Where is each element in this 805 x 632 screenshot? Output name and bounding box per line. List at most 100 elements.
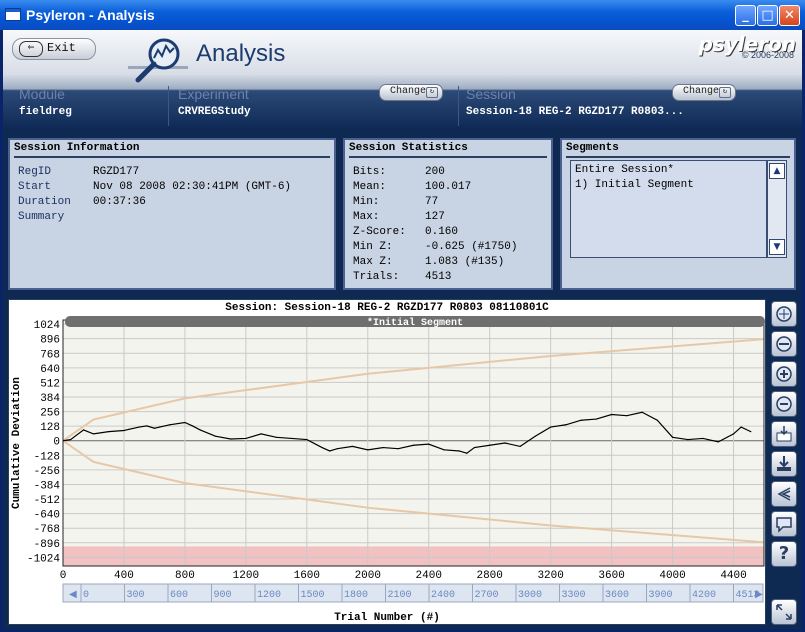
y-tick-label: -1024 <box>27 553 60 565</box>
exit-button[interactable]: ⇐ Exit <box>12 38 96 60</box>
zoom-in-button[interactable] <box>771 361 797 387</box>
data-point <box>138 426 140 428</box>
navigator-tick-label: 4513 <box>736 590 760 601</box>
y-tick-label: 256 <box>40 408 60 420</box>
app-body: ⇐ Exit Analysis psyleron © 2006-2008 Mod… <box>3 30 802 629</box>
stat-key: Min: <box>353 196 380 208</box>
navigator-tick-label: 900 <box>214 590 232 601</box>
stat-key: Max: <box>353 211 380 223</box>
x-tick-label: 3600 <box>598 570 624 582</box>
data-point <box>153 427 156 429</box>
x-tick-label: 400 <box>114 570 134 582</box>
data-point <box>214 435 216 437</box>
scroll-down-button[interactable]: ▼ <box>769 239 785 255</box>
navigator-tick-label: 3600 <box>605 590 629 601</box>
segment-item-initial-segment[interactable]: 1) Initial Segment <box>575 179 694 191</box>
module-value: fieldreg <box>19 106 72 118</box>
stat-value: 100.017 <box>425 181 472 193</box>
zoom-x-button[interactable] <box>771 331 797 357</box>
y-tick-label: 128 <box>40 422 60 434</box>
navigator-tick-label: 3300 <box>562 590 586 601</box>
x-tick-label: 1200 <box>233 570 259 582</box>
navigator-tick-label: 2100 <box>388 590 412 601</box>
segment-bar-label: *Initial Segment <box>367 317 463 329</box>
data-point <box>412 444 415 446</box>
data-point <box>199 429 201 431</box>
export-image-button[interactable] <box>771 421 797 447</box>
x-tick-label: 2800 <box>476 570 502 582</box>
help-icon: ? <box>778 543 790 564</box>
data-point <box>382 446 384 449</box>
change-experiment-button[interactable]: Change ↻ <box>379 84 443 101</box>
stat-value: -0.625 (#1750) <box>425 241 518 253</box>
info-value: Nov 08 2008 02:30:41PM (GMT-6) <box>93 181 292 193</box>
info-key: Start <box>18 181 52 193</box>
data-point <box>473 446 476 449</box>
navigator-tick-label: 4200 <box>692 590 716 601</box>
session-information-panel: Session Information RegID RGZD177 Start … <box>8 138 336 290</box>
data-point <box>260 433 262 435</box>
maximize-button[interactable]: □ <box>757 5 778 26</box>
close-button[interactable]: ✕ <box>779 5 800 26</box>
x-tick-label: 2000 <box>355 570 381 582</box>
y-tick-label: 0 <box>53 437 60 449</box>
data-point <box>290 437 293 440</box>
y-tick-label: 768 <box>40 349 60 361</box>
significance-band <box>63 546 764 566</box>
speech-bubble-icon <box>776 517 792 533</box>
info-key: Duration <box>18 196 71 208</box>
y-tick-label: -512 <box>34 495 60 507</box>
app-title: Analysis <box>196 40 286 67</box>
data-point <box>351 445 354 448</box>
y-tick-label: -384 <box>34 480 61 492</box>
segment-item-entire-session[interactable]: Entire Session* <box>575 164 674 176</box>
info-key: RegID <box>18 166 52 178</box>
header-divider <box>168 86 169 126</box>
download-icon <box>777 456 791 471</box>
change-session-button[interactable]: Change ↻ <box>672 84 736 101</box>
navigator-tick-label: 2700 <box>475 590 499 601</box>
scroll-up-button[interactable]: ▲ <box>769 163 785 179</box>
stat-key: Mean: <box>353 181 387 193</box>
download-data-button[interactable] <box>771 451 797 477</box>
minimize-button[interactable]: _ <box>735 5 756 26</box>
y-tick-label: -256 <box>34 466 60 478</box>
share-icon <box>777 487 791 501</box>
data-point <box>321 446 323 449</box>
cumulative-deviation-chart[interactable]: 1024 896 768 640 512 384 256 128 0 -128 -256 -384 -5… <box>9 300 765 624</box>
exit-label: Exit <box>47 41 76 55</box>
data-point <box>702 437 704 440</box>
help-button[interactable]: ? <box>771 541 797 567</box>
segments-panel: Segments Entire Session* 1) Initial Segm… <box>560 138 796 290</box>
stat-key: Max Z: <box>353 256 393 268</box>
y-tick-label: 896 <box>40 335 60 347</box>
segments-list[interactable]: Entire Session* 1) Initial Segment <box>570 160 767 258</box>
data-point <box>123 429 125 432</box>
data-point <box>750 431 752 433</box>
data-point <box>565 424 567 426</box>
expand-icon <box>776 604 792 620</box>
comment-button[interactable] <box>771 511 797 537</box>
data-point <box>466 452 468 454</box>
share-button[interactable] <box>771 481 797 507</box>
module-field: Module fieldreg <box>13 84 163 126</box>
data-point <box>108 431 110 433</box>
segments-scrollbar[interactable]: ▲ ▼ <box>767 160 787 258</box>
zoom-fit-button[interactable] <box>771 301 797 327</box>
navigator-tick-label: 1500 <box>301 590 325 601</box>
change-label: Change <box>390 86 427 97</box>
y-tick-label: 512 <box>40 378 60 390</box>
data-point <box>626 415 628 417</box>
expand-button[interactable] <box>771 599 797 625</box>
session-information-title: Session Information <box>14 142 140 154</box>
zoom-out-button[interactable] <box>771 391 797 417</box>
data-point <box>397 448 399 450</box>
magnifier-chart-icon <box>128 38 188 83</box>
data-point <box>336 448 338 450</box>
session-label: Session <box>466 86 516 102</box>
panel-divider <box>14 156 330 158</box>
data-point <box>504 442 506 444</box>
zoom-fit-icon <box>776 306 792 322</box>
x-tick-label: 800 <box>175 570 195 582</box>
x-tick-label: 4000 <box>659 570 685 582</box>
